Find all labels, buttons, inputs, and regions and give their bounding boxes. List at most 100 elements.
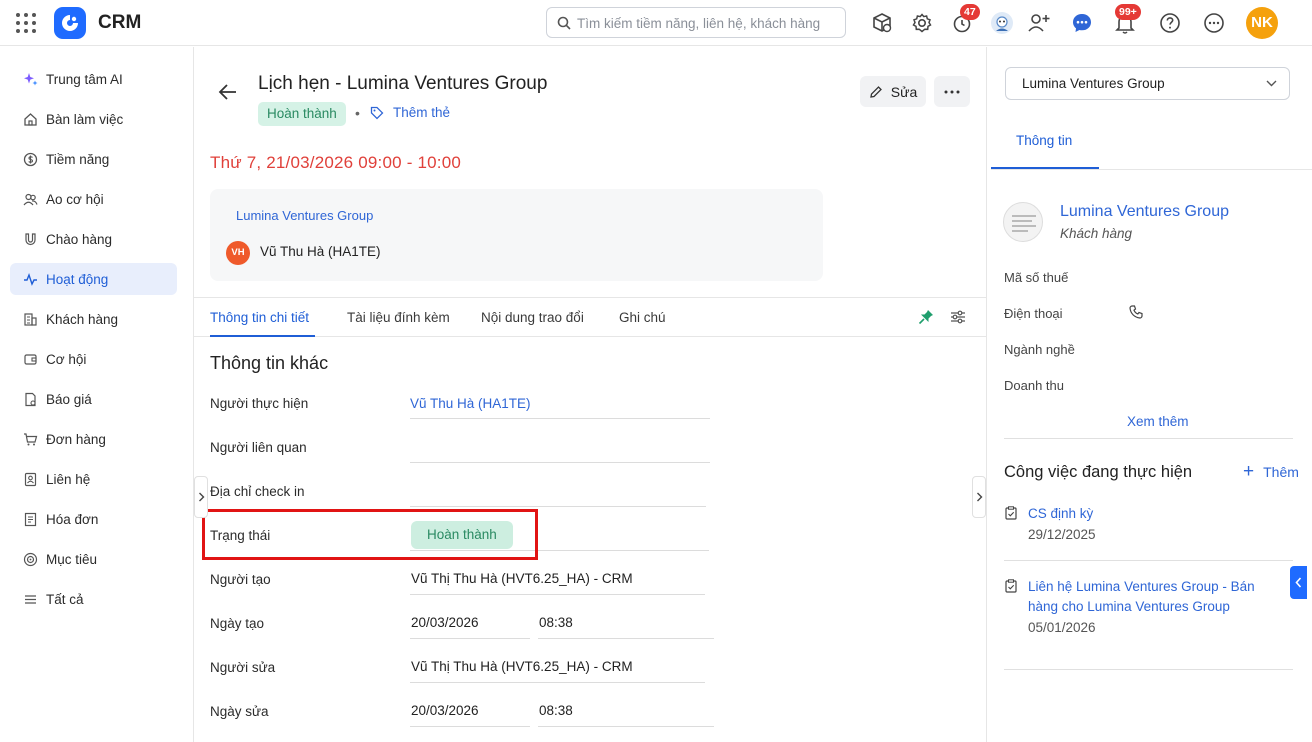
pencil-icon [869,85,882,98]
plus-icon: + [1243,461,1255,482]
quote-document-icon [22,391,38,407]
notifications-badge: 99+ [1115,4,1141,20]
magnet-icon [22,231,38,247]
tab-notes[interactable]: Ghi chú [619,310,666,325]
task-link-continued[interactable]: hàng cho Lumina Ventures Group [1028,597,1230,617]
edit-button[interactable]: Sửa [860,76,926,107]
chevron-left-icon [1295,577,1302,588]
tab-exchange[interactable]: Nội dung trao đổi [481,310,584,325]
add-tag-label: Thêm thẻ [393,105,451,120]
revenue-label: Doanh thu [1004,378,1064,393]
phone-icon[interactable] [1129,305,1143,322]
add-task-label: Thêm [1263,464,1299,480]
see-more-link[interactable]: Xem thêm [1127,414,1189,429]
field-underline [410,638,530,639]
sidebar-item-goals[interactable]: Mục tiêu [10,543,177,575]
participant-name: Vũ Thu Hà (HA1TE) [260,244,381,259]
building-icon [22,311,38,327]
sliders-icon[interactable] [950,309,966,328]
app-launcher-icon[interactable] [16,13,36,33]
field-label: Người tạo [210,572,271,587]
bot-avatar-icon[interactable] [990,11,1014,35]
divider [991,169,1312,170]
notification-bell-icon[interactable]: 99+ [1113,4,1141,35]
chat-icon[interactable] [1070,11,1094,35]
clipboard-check-icon [1005,579,1017,596]
task-link[interactable]: CS định kỳ [1028,504,1093,524]
sidebar-item-label: Hóa đơn [46,511,99,527]
checkin-address-field[interactable] [410,506,706,507]
section-title: Thông tin khác [210,353,329,373]
edited-time-value: 08:38 [539,703,573,718]
timer-icon[interactable]: 47 [950,4,980,35]
edit-label: Sửa [890,83,918,100]
field-label: Người sửa [210,660,276,675]
crm-logo-icon[interactable] [54,7,86,39]
tab-info[interactable]: Thông tin [1016,133,1072,148]
sidebar-item-ai-center[interactable]: Trung tâm AI [10,63,177,95]
user-avatar[interactable]: NK [1246,7,1278,39]
add-user-icon[interactable] [1027,11,1051,35]
editor-value: Vũ Thị Thu Hà (HVT6.25_HA) - CRM [411,659,633,674]
sidebar-item-label: Tất cả [46,591,84,607]
sidebar-item-contacts[interactable]: Liên hệ [10,463,177,495]
field-label: Người liên quan [210,440,307,455]
more-options-icon[interactable] [1202,11,1226,35]
status-highlight-box [202,509,538,560]
company-link[interactable]: Lumina Ventures Group [236,208,373,223]
help-icon[interactable] [1158,11,1182,35]
sidebar-item-quotes[interactable]: Báo giá [10,383,177,415]
sidebar-item-offers[interactable]: Chào hàng [10,223,177,255]
more-actions-button[interactable] [934,76,970,107]
field-underline [538,638,714,639]
sidebar-item-orders[interactable]: Đơn hàng [10,423,177,455]
active-tab-indicator [210,335,315,337]
tab-attachments[interactable]: Tài liệu đính kèm [347,310,450,325]
company-link[interactable]: Lumina Ventures Group [1060,203,1229,221]
sidebar-item-all[interactable]: Tất cả [10,583,177,615]
search-box[interactable] [546,7,846,38]
created-time-value: 08:38 [539,615,573,630]
sidebar-item-invoices[interactable]: Hóa đơn [10,503,177,535]
creator-value: Vũ Thị Thu Hà (HVT6.25_HA) - CRM [411,571,633,586]
created-date-value: 20/03/2026 [411,615,479,630]
sidebar-item-leads[interactable]: Tiềm năng [10,143,177,175]
side-drawer-toggle[interactable] [1290,566,1307,599]
task-link[interactable]: Liên hệ Lumina Ventures Group - Bán [1028,577,1255,597]
package-icon[interactable] [870,11,894,35]
menu-lines-icon [22,591,38,607]
sidebar-item-label: Liên hệ [46,471,91,487]
add-tag-button[interactable]: Thêm thẻ [370,105,450,120]
add-task-button[interactable]: + Thêm [1243,461,1299,482]
sidebar: Trung tâm AI Bàn làm việc Tiềm năng Ao c… [0,47,194,742]
search-input[interactable] [577,13,839,33]
sidebar-item-label: Khách hàng [46,311,119,327]
company-select[interactable]: Lumina Ventures Group [1005,67,1290,100]
sidebar-item-label: Trung tâm AI [46,71,123,87]
related-people-field[interactable] [410,462,710,463]
settings-gear-icon[interactable] [910,11,934,35]
sidebar-item-label: Mục tiêu [46,551,98,567]
expand-sidebar-handle[interactable] [194,476,208,518]
timer-badge: 47 [960,4,980,20]
field-label: Ngày tạo [210,616,265,631]
sidebar-item-label: Chào hàng [46,231,113,247]
pin-icon[interactable] [918,309,934,328]
users-icon [22,191,38,207]
sidebar-item-customers[interactable]: Khách hàng [10,303,177,335]
related-panel: Lumina Ventures Group Thông tin Lumina V… [986,47,1312,742]
collapse-panel-handle[interactable] [972,476,986,518]
sidebar-item-activities[interactable]: Hoạt động [10,263,177,295]
field-label: Ngày sửa [210,704,269,719]
tag-icon [370,106,384,119]
divider [1004,669,1293,670]
cart-icon [22,431,38,447]
task-date: 05/01/2026 [1028,620,1096,635]
assignee-value[interactable]: Vũ Thu Hà (HA1TE) [410,396,531,411]
field-underline [538,726,714,727]
sidebar-item-opportunity-pool[interactable]: Ao cơ hội [10,183,177,215]
sidebar-item-opportunities[interactable]: Cơ hội [10,343,177,375]
tab-details[interactable]: Thông tin chi tiết [210,310,309,325]
back-arrow-icon[interactable] [218,83,238,101]
sidebar-item-workspace[interactable]: Bàn làm việc [10,103,177,135]
